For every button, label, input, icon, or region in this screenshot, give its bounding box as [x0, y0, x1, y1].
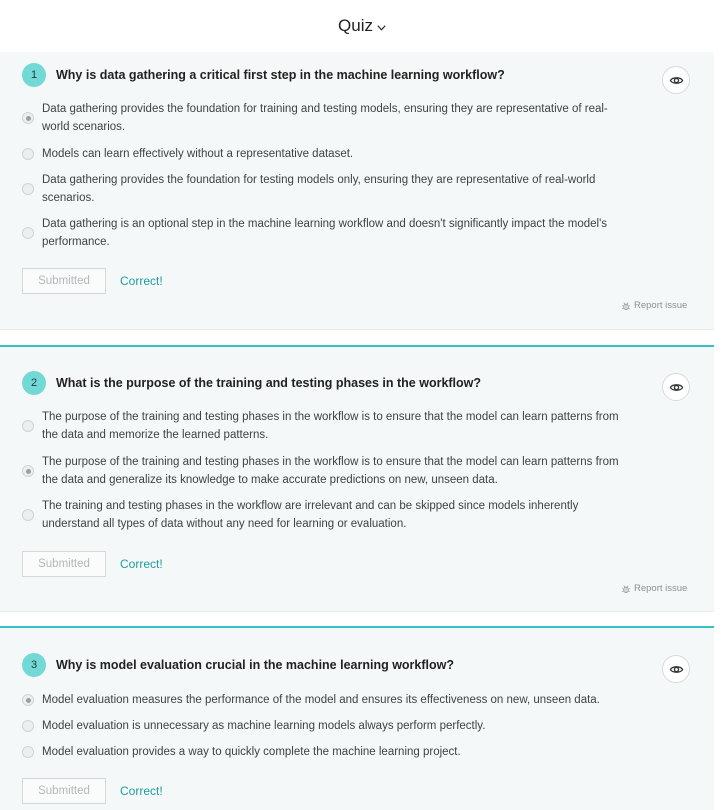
answer-option-text: Data gathering provides the foundation f… [42, 103, 608, 133]
radio-button[interactable] [22, 509, 34, 521]
question-header: 3 Why is model evaluation crucial in the… [22, 653, 454, 677]
question-text: Why is data gathering a critical first s… [56, 68, 505, 82]
submit-button[interactable]: Submitted [22, 268, 106, 294]
answer-option[interactable]: Data gathering provides the foundation f… [22, 171, 682, 207]
report-issue-link[interactable]: Report issue [621, 300, 687, 311]
answer-option[interactable]: Model evaluation is unnecessary as machi… [22, 717, 682, 735]
answer-option[interactable]: The training and testing phases in the w… [22, 497, 682, 533]
radio-button[interactable] [22, 112, 34, 124]
question-card: 3 Why is model evaluation crucial in the… [0, 626, 714, 810]
question-card: 2 What is the purpose of the training an… [0, 345, 714, 612]
reveal-answer-button[interactable] [662, 66, 690, 94]
answer-option-text: Model evaluation measures the performanc… [42, 694, 600, 706]
question-text: Why is model evaluation crucial in the m… [56, 658, 454, 672]
result-status: Correct! [120, 557, 163, 571]
radio-button[interactable] [22, 183, 34, 195]
question-number-badge: 1 [22, 63, 46, 87]
answer-option[interactable]: Model evaluation measures the performanc… [22, 691, 682, 709]
radio-button[interactable] [22, 227, 34, 239]
answer-option-text: The purpose of the training and testing … [42, 411, 619, 441]
answer-option-text: The training and testing phases in the w… [42, 500, 579, 530]
report-issue-label: Report issue [634, 583, 688, 594]
bug-icon [621, 301, 631, 311]
answer-option[interactable]: Models can learn effectively without a r… [22, 145, 682, 163]
eye-icon [669, 662, 684, 677]
radio-button[interactable] [22, 148, 34, 160]
radio-button[interactable] [22, 420, 34, 432]
radio-button[interactable] [22, 720, 34, 732]
question-text: What is the purpose of the training and … [56, 376, 482, 390]
chevron-down-icon [377, 24, 386, 31]
submit-button[interactable]: Submitted [22, 778, 106, 804]
quiz-title: Quiz [338, 16, 373, 35]
submit-button[interactable]: Submitted [22, 551, 106, 577]
answer-option-text: Model evaluation provides a way to quick… [42, 746, 461, 758]
report-issue-label: Report issue [634, 300, 688, 311]
radio-button[interactable] [22, 746, 34, 758]
answer-option[interactable]: The purpose of the training and testing … [22, 453, 682, 489]
report-issue-link[interactable]: Report issue [621, 583, 687, 594]
answer-option[interactable]: Data gathering is an optional step in th… [22, 215, 682, 251]
quiz-title-dropdown[interactable]: Quiz [338, 16, 387, 36]
answer-option-text: Model evaluation is unnecessary as machi… [42, 720, 486, 732]
quiz-header: Quiz [0, 0, 725, 52]
question-header: 2 What is the purpose of the training an… [22, 371, 481, 395]
question-card: 1 Why is data gathering a critical first… [0, 52, 714, 330]
bug-icon [621, 584, 631, 594]
answer-option-text: Models can learn effectively without a r… [42, 148, 354, 160]
eye-icon [669, 380, 684, 395]
question-header: 1 Why is data gathering a critical first… [22, 63, 505, 87]
question-number-badge: 3 [22, 653, 46, 677]
radio-button[interactable] [22, 465, 34, 477]
answer-option-text: Data gathering provides the foundation f… [42, 174, 596, 204]
answer-option-text: Data gathering is an optional step in th… [42, 218, 608, 248]
radio-button[interactable] [22, 694, 34, 706]
result-status: Correct! [120, 274, 163, 288]
answer-option[interactable]: The purpose of the training and testing … [22, 408, 682, 444]
answer-option[interactable]: Model evaluation provides a way to quick… [22, 743, 682, 761]
answer-option[interactable]: Data gathering provides the foundation f… [22, 100, 682, 136]
reveal-answer-button[interactable] [662, 655, 690, 683]
result-status: Correct! [120, 784, 163, 798]
answer-option-text: The purpose of the training and testing … [42, 456, 619, 486]
eye-icon [669, 73, 684, 88]
question-number-badge: 2 [22, 371, 46, 395]
reveal-answer-button[interactable] [662, 373, 690, 401]
